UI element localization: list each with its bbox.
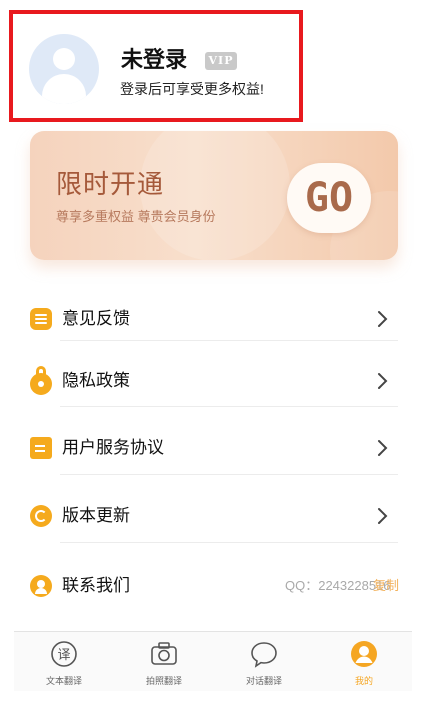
menu-item-label: 意见反馈	[62, 309, 130, 328]
tab-text-translate[interactable]: 译 文本翻译	[24, 632, 104, 692]
menu-item-version-update[interactable]: 版本更新	[30, 486, 400, 546]
tab-label: 对话翻译	[245, 676, 282, 686]
divider	[60, 406, 398, 407]
chat-icon	[251, 642, 277, 668]
menu-item-privacy[interactable]: 隐私政策	[30, 351, 400, 411]
tab-dialogue-translate[interactable]: 对话翻译	[224, 632, 304, 692]
menu-item-label: 用户服务协议	[62, 438, 164, 457]
chevron-right-icon	[378, 373, 388, 389]
login-status-text[interactable]: 未登录	[121, 48, 187, 72]
login-profile-card[interactable]: 未登录 VIP 登录后可享受更多权益!	[9, 10, 303, 122]
chevron-right-icon	[378, 508, 388, 524]
copy-button[interactable]: 复制	[373, 577, 399, 595]
menu-item-label: 版本更新	[62, 506, 130, 525]
svg-text:译: 译	[57, 648, 70, 663]
text-translate-icon: 译	[51, 641, 77, 667]
vip-promo-banner[interactable]: 限时开通 尊享多重权益 尊贵会员身份 GO	[30, 131, 398, 260]
divider	[60, 340, 398, 341]
tab-label: 拍照翻译	[145, 676, 182, 686]
login-hint: 登录后可享受更多权益!	[120, 81, 264, 97]
tab-mine[interactable]: 我的	[324, 632, 404, 692]
tab-label: 文本翻译	[45, 676, 82, 686]
bottom-tab-bar: 译 文本翻译 拍照翻译 对话翻译 我的	[14, 631, 412, 691]
avatar-body-shape	[42, 74, 86, 104]
chevron-right-icon	[378, 440, 388, 456]
avatar[interactable]	[29, 34, 99, 104]
tab-label: 我的	[354, 676, 373, 686]
menu-item-label: 联系我们	[62, 576, 130, 595]
divider	[60, 474, 398, 475]
avatar-head-shape	[53, 48, 75, 70]
update-icon	[30, 505, 52, 527]
contact-icon	[30, 575, 52, 597]
menu-item-user-agreement[interactable]: 用户服务协议	[30, 418, 400, 478]
tab-photo-translate[interactable]: 拍照翻译	[124, 632, 204, 692]
banner-title: 限时开通	[56, 169, 165, 199]
profile-icon	[351, 641, 377, 667]
divider	[60, 542, 398, 543]
document-icon	[30, 437, 52, 459]
vip-badge: VIP	[205, 52, 237, 70]
menu-item-contact-us[interactable]: 联系我们 QQ：2243228516 复制	[30, 556, 400, 616]
feedback-icon	[30, 308, 52, 330]
lock-icon	[30, 366, 52, 395]
banner-subtitle: 尊享多重权益 尊贵会员身份	[56, 209, 216, 224]
menu-item-label: 隐私政策	[62, 371, 130, 390]
camera-icon	[151, 642, 177, 665]
go-button[interactable]: GO	[287, 163, 371, 233]
chevron-right-icon	[378, 311, 388, 327]
